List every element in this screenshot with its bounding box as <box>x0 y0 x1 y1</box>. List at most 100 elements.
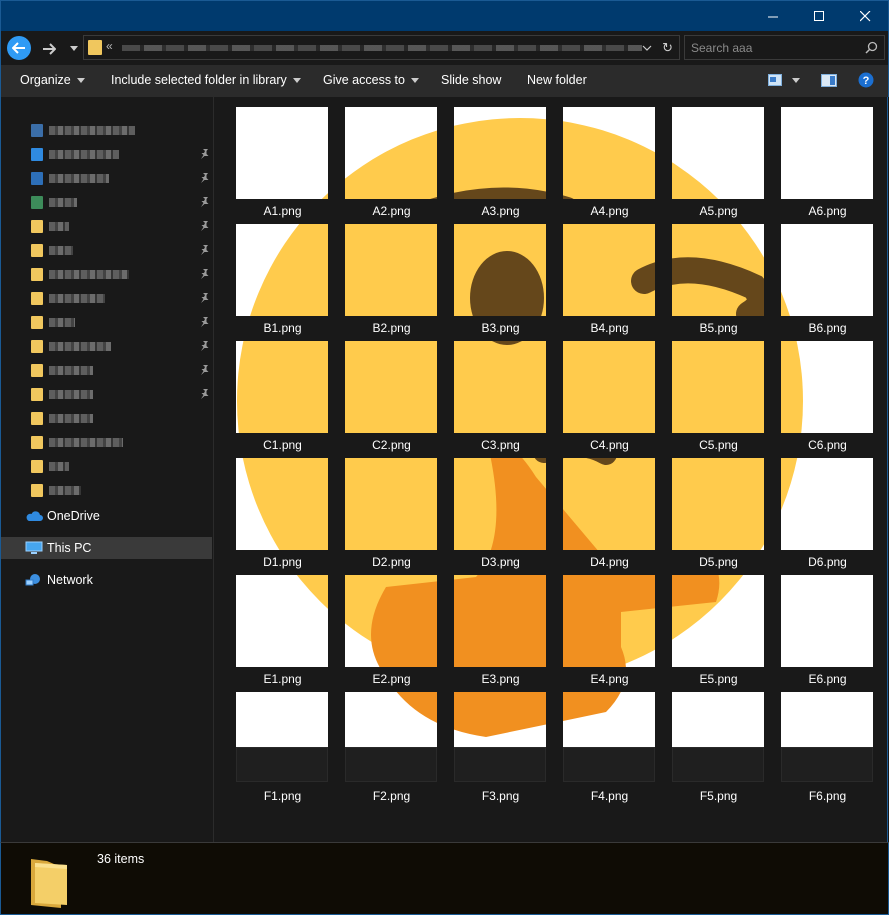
file-name[interactable]: D3.png <box>446 555 555 569</box>
forward-button[interactable] <box>39 39 59 59</box>
image-thumbnail[interactable] <box>454 575 546 667</box>
image-thumbnail[interactable] <box>236 458 328 550</box>
file-name[interactable]: A1.png <box>228 204 337 218</box>
file-name[interactable]: E1.png <box>228 672 337 686</box>
sidebar-item-quick-access[interactable] <box>31 458 69 474</box>
search-icon[interactable] <box>865 41 878 54</box>
sidebar-item-quick-access[interactable] <box>31 410 93 426</box>
image-thumbnail[interactable] <box>345 575 437 667</box>
image-thumbnail[interactable] <box>781 575 873 667</box>
maximize-button[interactable] <box>796 1 842 32</box>
recent-locations-button[interactable] <box>67 41 81 55</box>
file-name[interactable]: C2.png <box>337 438 446 452</box>
image-thumbnail[interactable] <box>345 692 437 747</box>
image-thumbnail[interactable] <box>781 224 873 316</box>
file-name[interactable]: C3.png <box>446 438 555 452</box>
give-access-menu[interactable]: Give access to <box>323 73 419 87</box>
file-name[interactable]: B6.png <box>773 321 882 335</box>
file-name[interactable]: D6.png <box>773 555 882 569</box>
sidebar-item-quick-access[interactable] <box>31 170 109 186</box>
image-thumbnail[interactable] <box>781 458 873 550</box>
image-thumbnail[interactable] <box>345 224 437 316</box>
file-name[interactable]: A3.png <box>446 204 555 218</box>
sidebar-item-quick-access[interactable] <box>31 434 123 450</box>
sidebar-item-quick-access[interactable] <box>31 386 93 402</box>
image-thumbnail[interactable] <box>454 341 546 433</box>
sidebar-item-onedrive[interactable]: OneDrive <box>1 505 212 527</box>
file-name[interactable]: C5.png <box>664 438 773 452</box>
file-list[interactable]: A1.png A2.png A3.png A4.png A5.png A6.png B1.p… <box>214 97 888 842</box>
address-bar[interactable]: « ↻ <box>83 35 680 60</box>
image-thumbnail[interactable] <box>236 107 328 199</box>
sidebar-item-quick-access[interactable] <box>31 314 75 330</box>
sidebar-item-quick-access[interactable] <box>31 122 135 138</box>
file-name[interactable]: B5.png <box>664 321 773 335</box>
help-icon[interactable]: ? <box>858 72 874 88</box>
sidebar-item-quick-access[interactable] <box>31 290 105 306</box>
file-name[interactable]: A5.png <box>664 204 773 218</box>
file-name[interactable]: B4.png <box>555 321 664 335</box>
image-thumbnail[interactable] <box>454 107 546 199</box>
file-name[interactable]: F3.png <box>446 789 555 803</box>
file-name[interactable]: E2.png <box>337 672 446 686</box>
refresh-icon[interactable]: ↻ <box>662 40 673 56</box>
file-name[interactable]: F6.png <box>773 789 882 803</box>
sidebar-item-quick-access[interactable] <box>31 242 73 258</box>
image-thumbnail[interactable] <box>563 458 655 550</box>
file-name[interactable]: E6.png <box>773 672 882 686</box>
image-thumbnail[interactable] <box>454 224 546 316</box>
organize-menu[interactable]: Organize <box>20 73 85 87</box>
image-thumbnail[interactable] <box>672 224 764 316</box>
breadcrumb-overflow[interactable]: « <box>106 39 113 53</box>
sidebar-item-quick-access[interactable] <box>31 194 77 210</box>
image-thumbnail[interactable] <box>563 575 655 667</box>
sidebar-item-quick-access[interactable] <box>31 146 119 162</box>
image-thumbnail[interactable] <box>236 224 328 316</box>
file-name[interactable]: F4.png <box>555 789 664 803</box>
file-name[interactable]: A4.png <box>555 204 664 218</box>
back-button[interactable] <box>7 36 31 60</box>
address-dropdown-button[interactable] <box>641 42 653 54</box>
image-thumbnail[interactable] <box>563 341 655 433</box>
image-thumbnail[interactable] <box>236 341 328 433</box>
preview-pane-icon[interactable] <box>821 74 837 87</box>
new-folder-button[interactable]: New folder <box>527 73 587 87</box>
image-thumbnail[interactable] <box>236 575 328 667</box>
image-thumbnail[interactable] <box>781 341 873 433</box>
image-thumbnail[interactable] <box>781 692 873 747</box>
image-thumbnail[interactable] <box>672 692 764 747</box>
file-name[interactable]: E4.png <box>555 672 664 686</box>
image-thumbnail[interactable] <box>454 458 546 550</box>
include-in-library-menu[interactable]: Include selected folder in library <box>111 73 301 87</box>
file-name[interactable]: D5.png <box>664 555 773 569</box>
close-button[interactable] <box>842 1 888 32</box>
file-name[interactable]: A2.png <box>337 204 446 218</box>
file-name[interactable]: E3.png <box>446 672 555 686</box>
sidebar-item-network[interactable]: Network <box>1 569 212 591</box>
file-name[interactable]: D2.png <box>337 555 446 569</box>
file-name[interactable]: E5.png <box>664 672 773 686</box>
file-name[interactable]: C4.png <box>555 438 664 452</box>
file-name[interactable]: F1.png <box>228 789 337 803</box>
image-thumbnail[interactable] <box>345 458 437 550</box>
image-thumbnail[interactable] <box>672 575 764 667</box>
file-name[interactable]: C6.png <box>773 438 882 452</box>
file-name[interactable]: C1.png <box>228 438 337 452</box>
file-name[interactable]: D1.png <box>228 555 337 569</box>
change-view-icon[interactable] <box>768 74 782 86</box>
slide-show-button[interactable]: Slide show <box>441 73 501 87</box>
image-thumbnail[interactable] <box>781 107 873 199</box>
sidebar-item-this-pc[interactable]: This PC <box>1 537 212 559</box>
file-name[interactable]: A6.png <box>773 204 882 218</box>
file-name[interactable]: F2.png <box>337 789 446 803</box>
image-thumbnail[interactable] <box>672 458 764 550</box>
file-name[interactable]: B1.png <box>228 321 337 335</box>
image-thumbnail[interactable] <box>672 341 764 433</box>
search-input[interactable] <box>685 36 855 59</box>
file-name[interactable]: F5.png <box>664 789 773 803</box>
sidebar-item-quick-access[interactable] <box>31 362 93 378</box>
sidebar-item-quick-access[interactable] <box>31 482 81 498</box>
search-box[interactable] <box>684 35 885 60</box>
image-thumbnail[interactable] <box>672 107 764 199</box>
file-name[interactable]: D4.png <box>555 555 664 569</box>
